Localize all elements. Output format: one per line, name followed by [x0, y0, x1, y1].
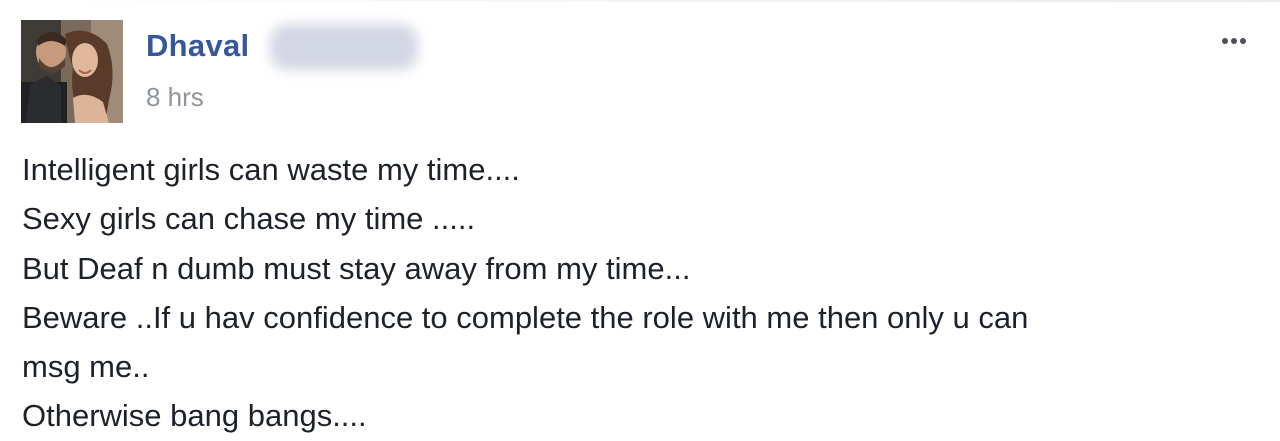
ellipsis-icon — [1240, 38, 1246, 44]
post-text-line: msg me.. — [22, 349, 150, 385]
post-top-border — [0, 0, 1280, 2]
ellipsis-icon — [1222, 38, 1228, 44]
profile-photo-icon — [21, 20, 123, 123]
post-timestamp[interactable]: 8 hrs — [146, 82, 204, 112]
post-text-line: Intelligent girls can waste my time.... — [22, 152, 520, 187]
post-text-line: Beware ..If u hav confidence to complete… — [22, 299, 1029, 335]
post-text-line: But Deaf n dumb must stay away from my t… — [22, 250, 691, 286]
redacted-surname — [270, 24, 418, 70]
ellipsis-icon — [1231, 38, 1237, 44]
author-name-link[interactable]: Dhaval — [146, 28, 249, 64]
post-text-line: Otherwise bang bangs.... — [22, 398, 367, 434]
feed-post: Dhaval 8 hrs Intelligent girls can waste… — [0, 0, 1280, 437]
post-message: Intelligent girls can waste my time.... … — [22, 145, 1242, 441]
post-text-line: Sexy girls can chase my time ..... — [22, 201, 476, 237]
more-options-button[interactable] — [1212, 28, 1256, 54]
author-avatar[interactable] — [21, 20, 123, 123]
